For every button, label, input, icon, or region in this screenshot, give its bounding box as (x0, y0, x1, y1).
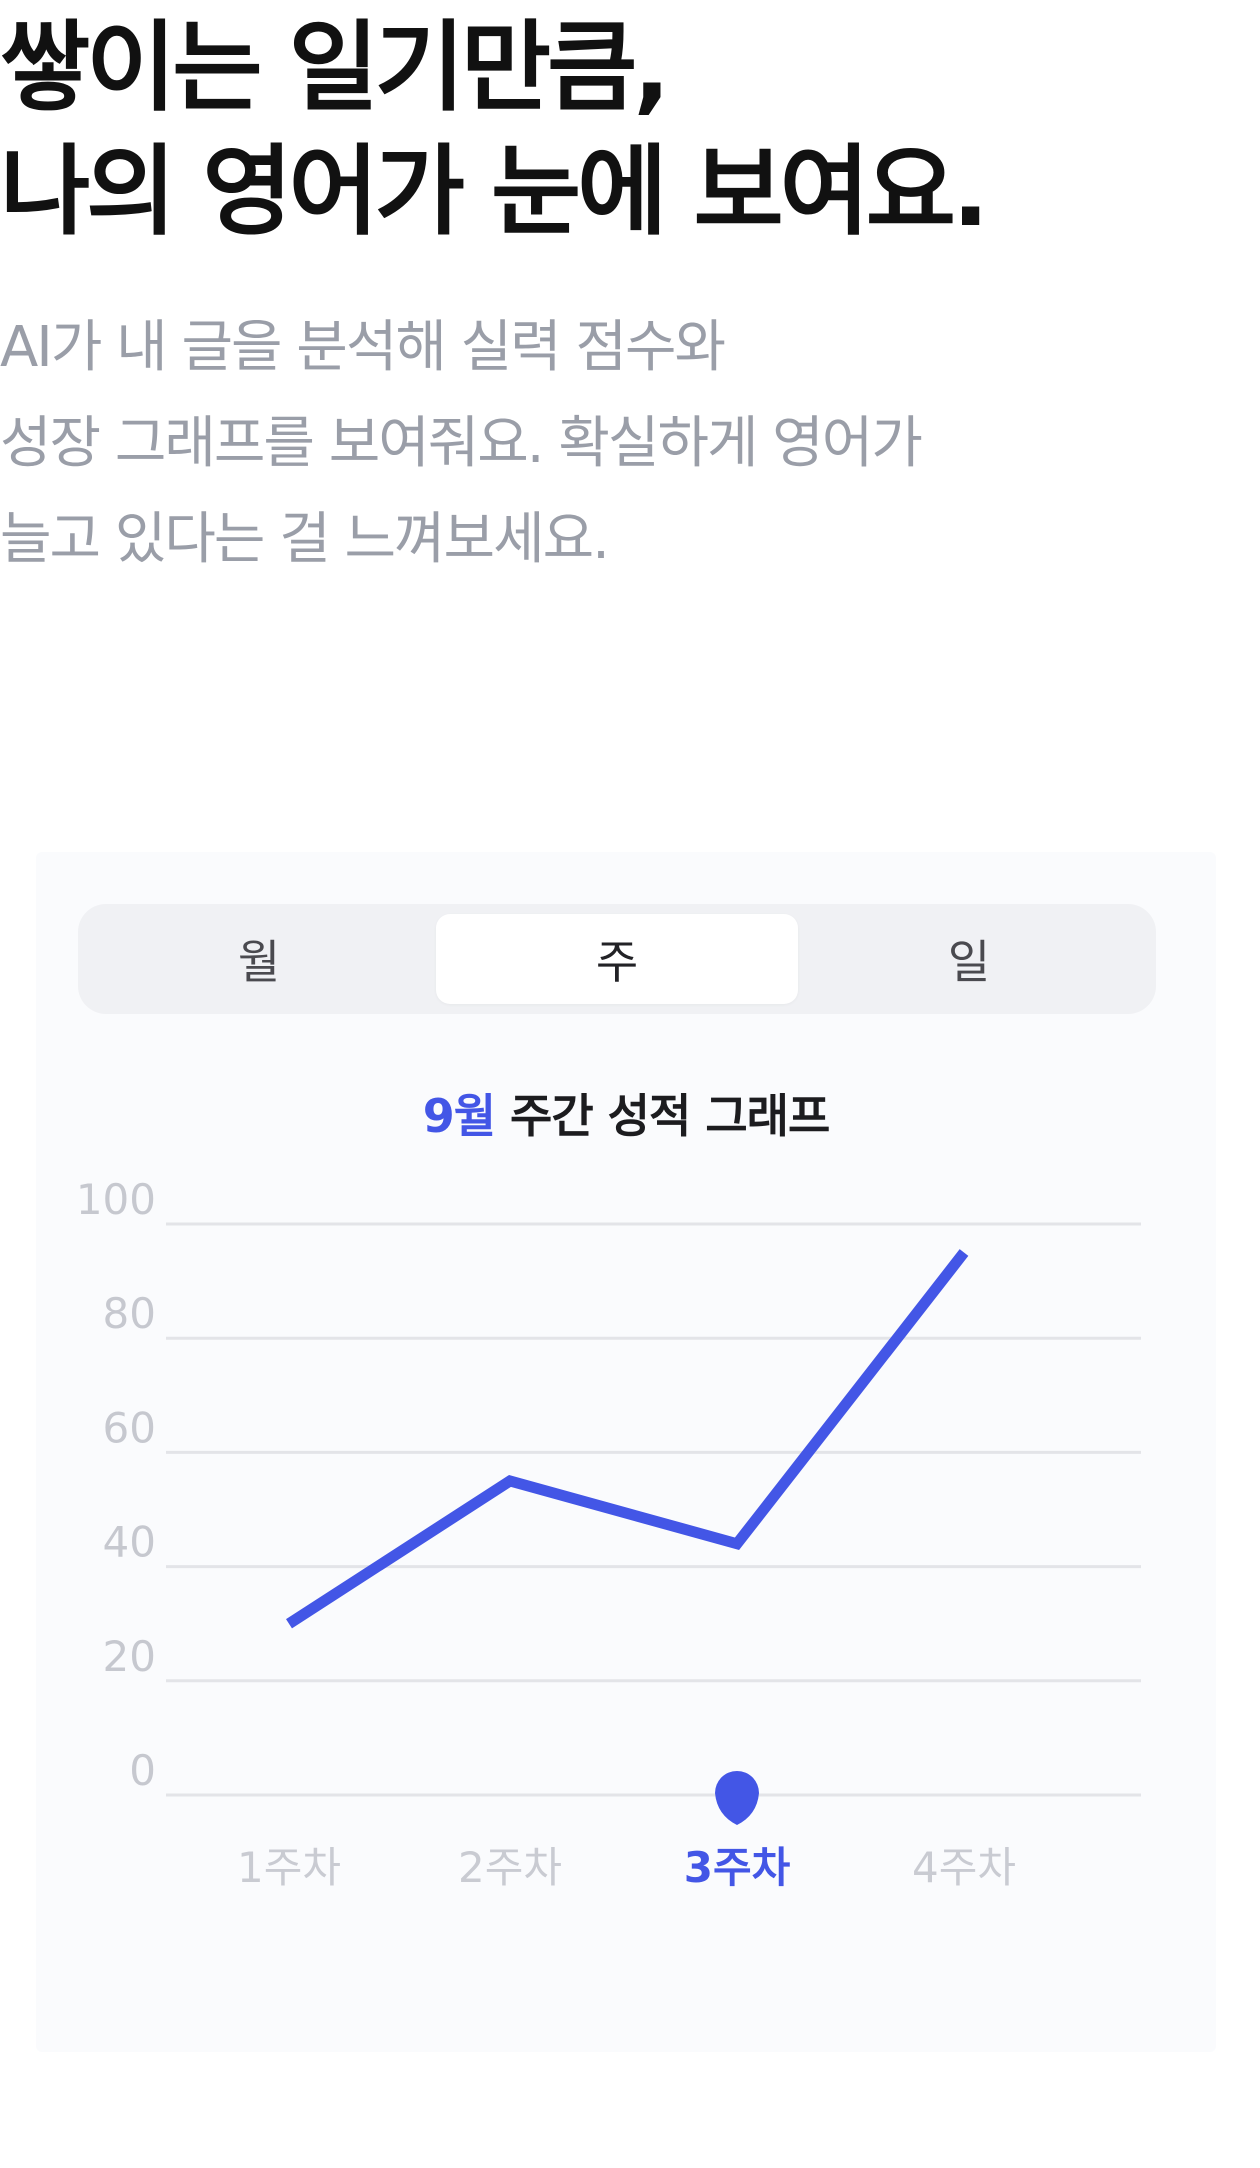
hero-description-line-1: AI가 내 글을 분석해 실력 점수와 (0, 315, 726, 380)
hero-title-line-1: 쌓이는 일기만큼, (0, 11, 670, 125)
hero-description-line-3: 늘고 있다는 걸 느껴보세요. (0, 507, 610, 572)
score-chart-card: 월 주 일 9월 주간 성적 그래프 100 80 60 40 20 0 1주차 2주차 3주차… (36, 852, 1216, 2052)
x-tick-label-week-2[interactable]: 2주차 (458, 1843, 562, 1892)
y-tick-label: 80 (103, 1289, 156, 1338)
selected-week-marker-icon (715, 1770, 760, 1825)
y-tick-label: 60 (103, 1403, 156, 1452)
hero-title: 쌓이는 일기만큼, 나의 영어가 눈에 보여요. (0, 6, 1240, 254)
hero-description: AI가 내 글을 분석해 실력 점수와 성장 그래프를 보여줘요. 확실하게 영… (0, 300, 1240, 588)
y-tick-label: 40 (103, 1518, 156, 1567)
hero-description-line-2: 성장 그래프를 보여줘요. 확실하게 영어가 (0, 411, 923, 476)
x-tick-label-week-4[interactable]: 4주차 (912, 1843, 1016, 1892)
y-tick-label: 20 (103, 1632, 156, 1681)
weekly-score-line-chart: 100 80 60 40 20 0 1주차 2주차 3주차 4주차 (76, 1175, 1141, 1892)
y-tick-label: 100 (76, 1175, 156, 1224)
hero-title-line-2: 나의 영어가 눈에 보여요. (0, 135, 989, 249)
x-tick-label-week-3[interactable]: 3주차 (684, 1843, 791, 1892)
y-tick-label: 0 (129, 1746, 156, 1795)
x-tick-label-week-1[interactable]: 1주차 (237, 1843, 341, 1892)
